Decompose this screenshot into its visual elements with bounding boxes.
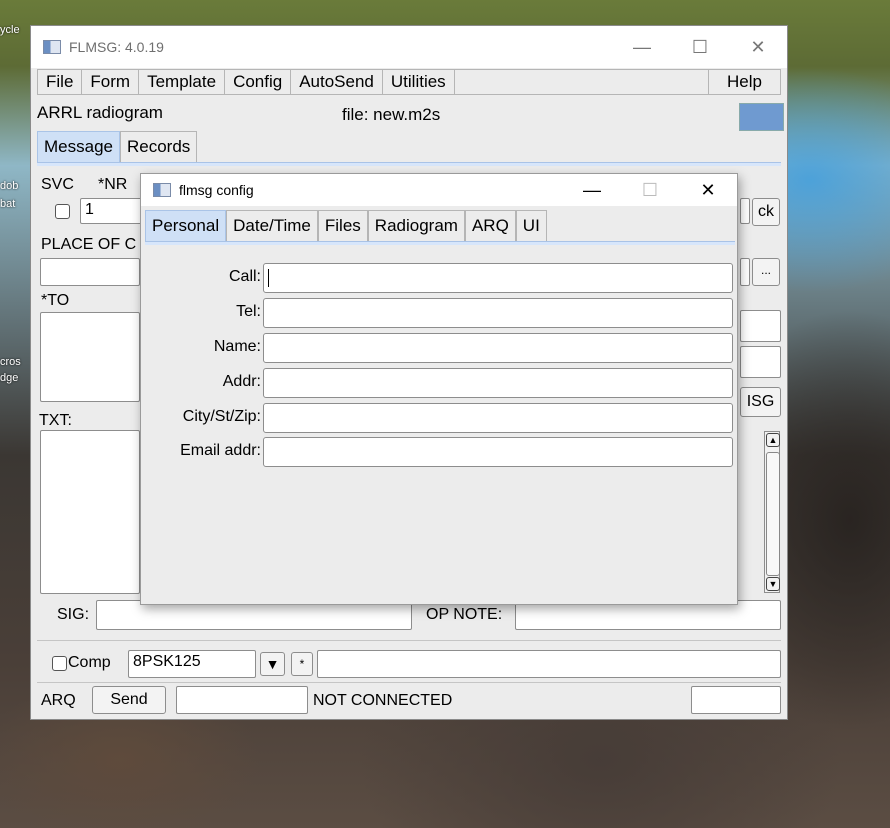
tab-personal[interactable]: Personal bbox=[145, 210, 227, 241]
email-field[interactable] bbox=[740, 346, 781, 378]
dialog-maximize-button: ☐ bbox=[641, 179, 659, 200]
dialog-tabs: Personal Date/Time Files Radiogram ARQ U… bbox=[145, 210, 547, 242]
call-label: Call: bbox=[228, 268, 261, 285]
tab-files[interactable]: Files bbox=[317, 210, 368, 241]
tel-input[interactable] bbox=[263, 298, 733, 328]
flmsg-config-dialog: flmsg config — ☐ ✕ Personal Date/Time Fi… bbox=[140, 173, 738, 605]
tab-arq[interactable]: ARQ bbox=[464, 210, 516, 241]
file-label: file: new.m2s bbox=[342, 105, 441, 124]
to-field[interactable] bbox=[40, 312, 140, 402]
comp-checkbox[interactable] bbox=[52, 656, 67, 671]
tab-underline bbox=[37, 162, 781, 166]
tab-date-time[interactable]: Date/Time bbox=[226, 210, 318, 241]
nr-label: *NR bbox=[98, 176, 128, 193]
dialog-close-button[interactable]: ✕ bbox=[679, 174, 737, 206]
dialog-tab-underline bbox=[145, 241, 735, 245]
arq-label: ARQ bbox=[41, 692, 76, 709]
city-st-zip-row: City/St/Zip: bbox=[141, 403, 739, 433]
connection-status: NOT CONNECTED bbox=[313, 692, 453, 709]
close-button[interactable]: ✕ bbox=[729, 26, 787, 68]
divider bbox=[37, 640, 781, 641]
email-addr-input[interactable] bbox=[263, 437, 733, 467]
svc-checkbox[interactable] bbox=[55, 204, 70, 219]
desktop-icon-label: dob bbox=[0, 180, 19, 192]
txt-field[interactable] bbox=[40, 430, 140, 594]
addr-row: Addr: bbox=[141, 368, 739, 398]
text-cursor bbox=[268, 269, 269, 287]
menu-utilities[interactable]: Utilities bbox=[383, 70, 455, 94]
desktop-icon-label: bat bbox=[0, 198, 16, 210]
star-button[interactable]: * bbox=[291, 652, 313, 676]
tab-ui[interactable]: UI bbox=[515, 210, 547, 241]
tel-row: Tel: bbox=[141, 298, 739, 328]
call-input[interactable] bbox=[263, 263, 733, 293]
tab-radiogram[interactable]: Radiogram bbox=[367, 210, 465, 241]
to-label: *TO bbox=[41, 292, 70, 309]
place-of-origin-label: PLACE OF C bbox=[41, 236, 137, 253]
comp-label: Comp bbox=[68, 654, 111, 671]
menu-template[interactable]: Template bbox=[139, 70, 226, 94]
app-icon bbox=[43, 40, 61, 54]
nr-field[interactable]: 1 bbox=[80, 198, 142, 224]
phone-field[interactable] bbox=[740, 310, 781, 342]
tab-message[interactable]: Message bbox=[37, 131, 120, 162]
desktop-icon-label: cros bbox=[0, 356, 21, 368]
arq-field[interactable] bbox=[176, 686, 308, 714]
mode-select[interactable]: 8PSK125 bbox=[128, 650, 256, 678]
status-indicator bbox=[739, 103, 784, 131]
divider bbox=[37, 682, 781, 683]
place-right-field[interactable] bbox=[740, 258, 750, 286]
svc-label: SVC bbox=[41, 176, 74, 193]
call-row: Call: bbox=[141, 263, 739, 293]
mode-dropdown-button[interactable]: ▼ bbox=[260, 652, 285, 676]
scroll-thumb[interactable] bbox=[766, 452, 780, 576]
desktop-icon-label: dge bbox=[0, 372, 19, 384]
tab-records[interactable]: Records bbox=[119, 131, 198, 162]
op-note-label: OP NOTE: bbox=[426, 606, 503, 623]
menu-form[interactable]: Form bbox=[82, 70, 140, 94]
maximize-button[interactable]: ☐ bbox=[671, 26, 729, 68]
status-field bbox=[691, 686, 781, 714]
sig-label: SIG: bbox=[57, 606, 90, 623]
menu-help[interactable]: Help bbox=[709, 70, 780, 94]
main-titlebar[interactable]: FLMSG: 4.0.19 — ☐ ✕ bbox=[31, 26, 787, 68]
main-window-title: FLMSG: 4.0.19 bbox=[69, 39, 164, 55]
form-name: ARRL radiogram bbox=[37, 103, 163, 122]
name-label: Name: bbox=[213, 338, 261, 355]
tel-label: Tel: bbox=[236, 303, 261, 320]
menu-spacer bbox=[455, 70, 710, 94]
city-st-zip-label: City/St/Zip: bbox=[182, 408, 261, 425]
minimize-button[interactable]: — bbox=[613, 26, 671, 68]
send-button[interactable]: Send bbox=[92, 686, 166, 714]
main-tabs: Message Records bbox=[37, 131, 198, 163]
edge-field-right[interactable] bbox=[740, 198, 750, 224]
city-st-zip-input[interactable] bbox=[263, 403, 733, 433]
dialog-app-icon bbox=[153, 183, 171, 197]
txt-scrollbar[interactable]: ▲ ▼ bbox=[764, 431, 780, 593]
ellipsis-button[interactable]: ... bbox=[752, 258, 780, 286]
name-row: Name: bbox=[141, 333, 739, 363]
dialog-minimize-button[interactable]: — bbox=[563, 174, 621, 206]
place-of-origin-field[interactable] bbox=[40, 258, 140, 286]
menu-bar: File Form Template Config AutoSend Utili… bbox=[37, 69, 781, 95]
scroll-up-icon[interactable]: ▲ bbox=[766, 433, 780, 447]
dialog-titlebar[interactable]: flmsg config — ☐ ✕ bbox=[141, 174, 737, 206]
msg-button[interactable]: ISG bbox=[740, 387, 781, 417]
dialog-title: flmsg config bbox=[179, 182, 254, 198]
scroll-down-icon[interactable]: ▼ bbox=[766, 577, 780, 591]
email-addr-label: Email addr: bbox=[180, 442, 261, 459]
addr-label: Addr: bbox=[222, 373, 261, 390]
desktop-icon-label: ycle bbox=[0, 24, 20, 36]
menu-config[interactable]: Config bbox=[225, 70, 292, 94]
menu-autosend[interactable]: AutoSend bbox=[291, 70, 383, 94]
name-input[interactable] bbox=[263, 333, 733, 363]
email-addr-row: Email addr: bbox=[141, 437, 739, 467]
mode-text-field[interactable] bbox=[317, 650, 781, 678]
menu-file[interactable]: File bbox=[38, 70, 83, 94]
txt-label: TXT: bbox=[39, 412, 72, 429]
addr-input[interactable] bbox=[263, 368, 733, 398]
ck-button[interactable]: ck bbox=[752, 198, 780, 226]
chevron-down-icon: ▼ bbox=[265, 656, 280, 672]
